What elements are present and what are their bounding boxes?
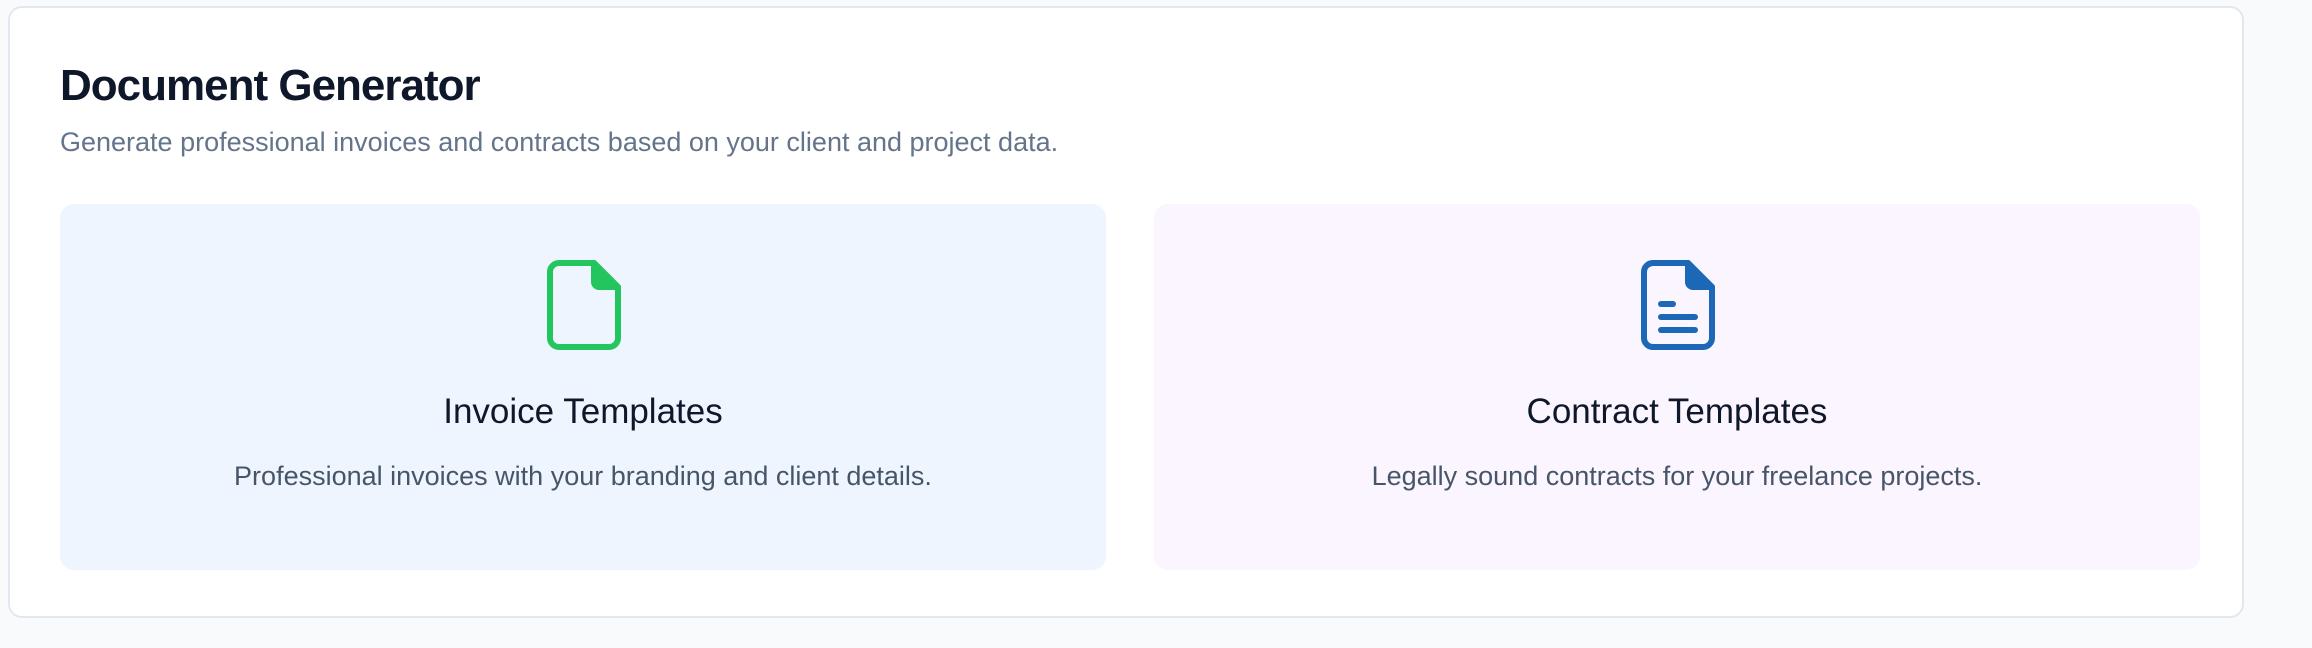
invoice-templates-title: Invoice Templates [443,392,723,431]
invoice-templates-card[interactable]: Invoice Templates Professional invoices … [60,204,1106,570]
contract-templates-title: Contract Templates [1526,392,1828,431]
invoice-templates-description: Professional invoices with your branding… [234,461,932,491]
contract-templates-card[interactable]: Contract Templates Legally sound contrac… [1154,204,2200,570]
contract-templates-description: Legally sound contracts for your freelan… [1371,461,1983,491]
page-subtitle: Generate professional invoices and contr… [60,127,1059,157]
file-icon [545,260,621,350]
file-text-icon [1639,260,1715,350]
page-title: Document Generator [60,61,481,110]
document-generator-panel: Document Generator Generate professional… [8,6,2244,618]
